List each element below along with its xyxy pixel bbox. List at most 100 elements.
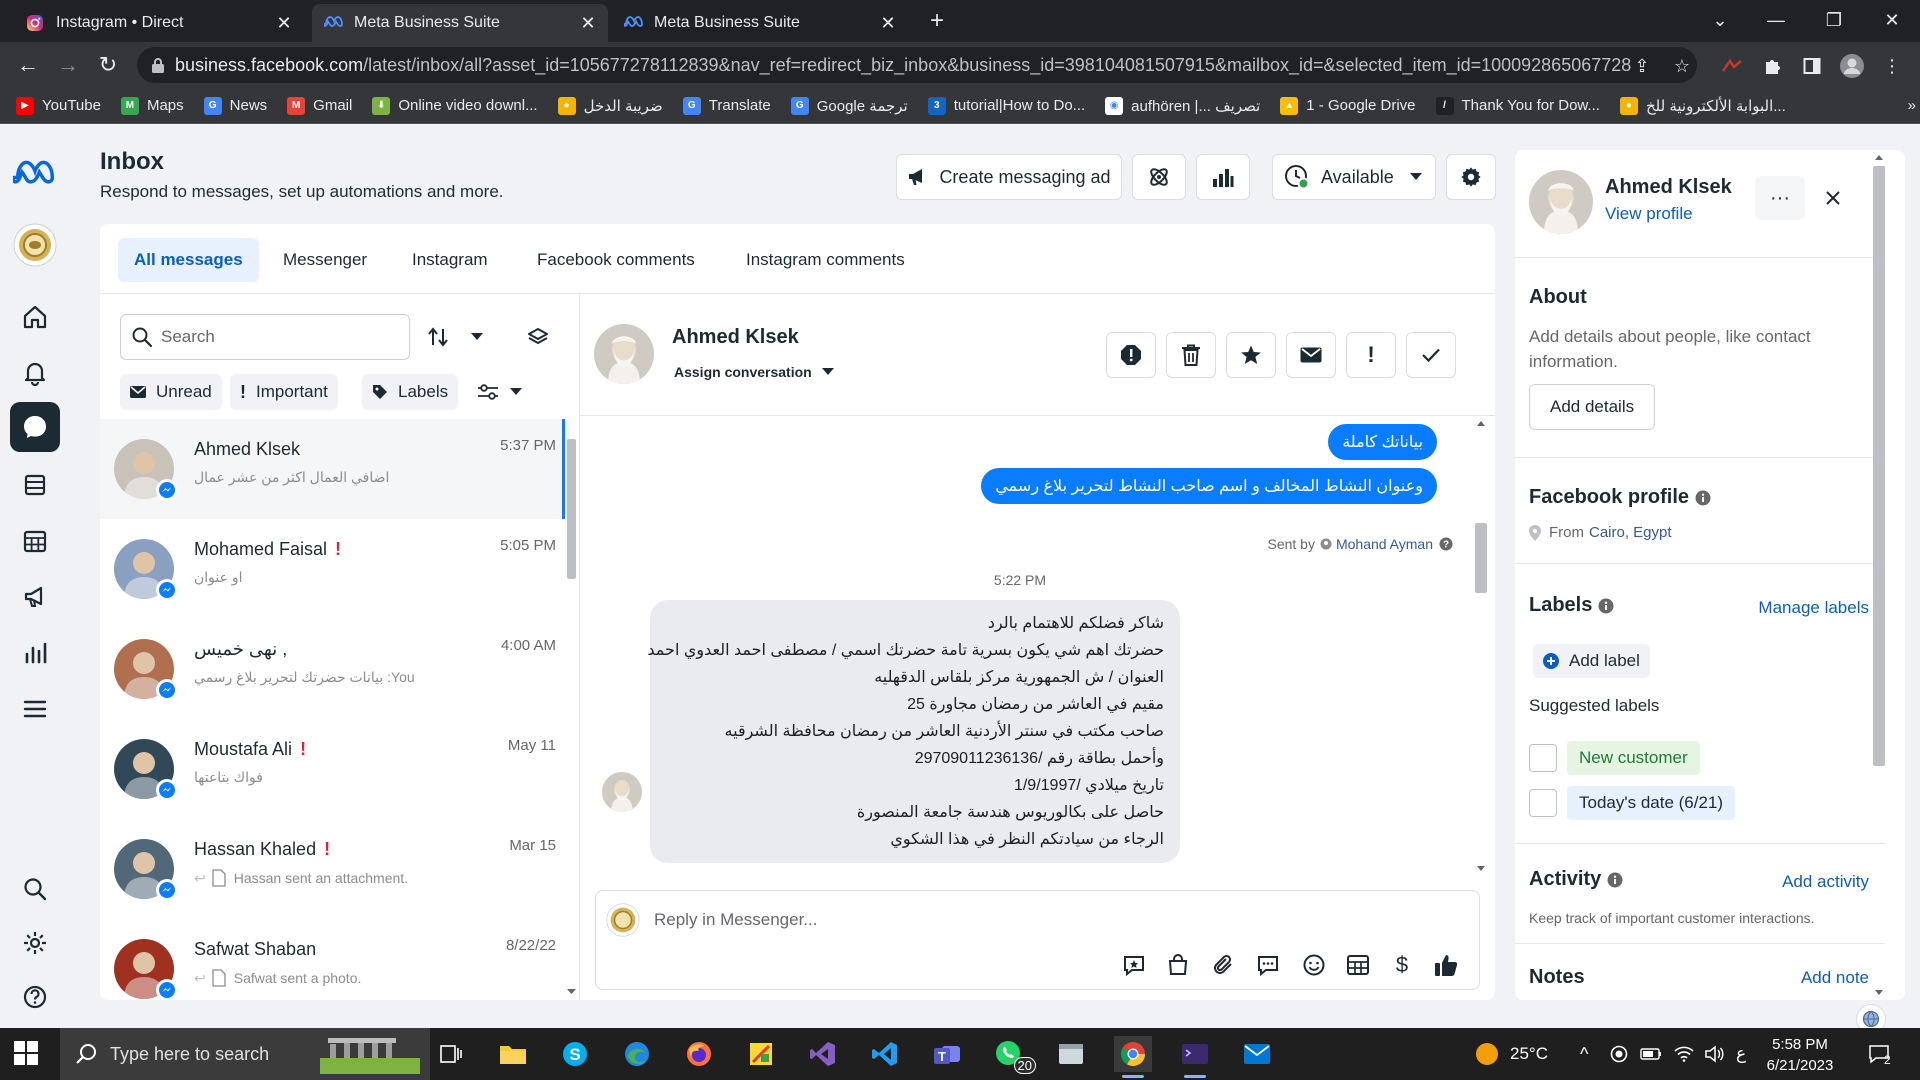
reload-button[interactable]: ↻ (92, 50, 124, 80)
lock-icon[interactable] (151, 57, 165, 73)
teams-icon[interactable]: T (928, 1036, 966, 1072)
meta-logo-icon[interactable] (10, 146, 60, 196)
info-icon[interactable] (1607, 872, 1623, 888)
visual-studio-icon[interactable] (804, 1036, 842, 1072)
planner-icon[interactable] (10, 516, 60, 566)
puzzle-icon[interactable] (1758, 52, 1786, 80)
layers-button[interactable] (520, 314, 556, 360)
conversation-row[interactable]: Mohamed Faisal! 5:05 PM او عنوان (100, 519, 570, 619)
task-view-icon[interactable] (432, 1036, 470, 1072)
battery-icon[interactable] (1640, 1028, 1662, 1080)
tab-meta-business-suite-active[interactable]: Meta Business Suite ✕ (312, 4, 608, 42)
like-thumb-icon[interactable] (1430, 949, 1462, 981)
add-label-button[interactable]: Add label (1533, 644, 1650, 678)
mark-done-button[interactable] (1406, 332, 1456, 378)
input-language[interactable]: ع (1736, 1028, 1746, 1080)
label-checkbox[interactable] (1529, 789, 1557, 817)
more-menu-icon[interactable]: ⋮ (1878, 52, 1906, 80)
restore-button[interactable]: ❐ (1806, 0, 1862, 40)
label-checkbox[interactable] (1529, 744, 1557, 772)
bookmark-star-icon[interactable]: ☆ (1668, 52, 1696, 80)
bookmark-item[interactable]: G Google ترجمة (790, 96, 908, 115)
app-window-icon[interactable] (1052, 1036, 1090, 1072)
bookmark-item[interactable]: M Gmail (287, 96, 352, 115)
bookmark-item[interactable]: M Maps (120, 96, 184, 115)
sort-button[interactable] (418, 314, 458, 360)
insights-icon[interactable] (10, 628, 60, 678)
incoming-message[interactable]: شاكر فضلكم للاهتمام بالرد حضرتك اهم شي يك… (647, 600, 1180, 863)
filter-important[interactable]: ! Important (230, 374, 338, 410)
bookmark-item[interactable]: 3 tutorial|How to Do... (927, 96, 1085, 115)
tab-instagram[interactable]: Instagram (396, 238, 504, 282)
volume-icon[interactable] (1704, 1028, 1724, 1080)
availability-dropdown[interactable]: Available (1272, 154, 1436, 200)
add-details-button[interactable]: Add details (1529, 384, 1656, 430)
bookmark-item[interactable]: ⬇ Online video downl... (372, 96, 538, 115)
tab-search-icon[interactable]: ⌄ (1692, 0, 1748, 40)
conversation-row[interactable]: Ahmed Klsek 5:37 PM اضافي العمال اكثر من ع… (100, 419, 570, 519)
tab-messenger[interactable]: Messenger (267, 238, 383, 282)
inbox-icon[interactable] (10, 402, 60, 452)
conversation-row[interactable]: نهى خميس , 4:00 AM You: بيانات حضرتك لتحري… (100, 619, 570, 719)
close-icon[interactable]: ✕ (880, 14, 896, 32)
agent-name[interactable]: Mohand Ayman (1336, 536, 1433, 552)
bookmark-item[interactable]: G Translate (682, 96, 771, 115)
skype-icon[interactable]: S (556, 1036, 594, 1072)
more-options-button[interactable]: ··· (1755, 176, 1805, 220)
notification-center-icon[interactable]: 2 (1868, 1028, 1891, 1080)
report-spam-button[interactable] (1106, 332, 1156, 378)
advanced-filters-button[interactable] (468, 374, 532, 410)
list-scrollbar[interactable] (562, 419, 578, 1000)
add-activity-link[interactable]: Add activity (1782, 872, 1869, 892)
faq-icon[interactable] (1252, 949, 1284, 981)
close-window-button[interactable]: ✕ (1864, 0, 1920, 40)
create-messaging-ad-button[interactable]: Create messaging ad (896, 154, 1122, 200)
system-clock[interactable]: 5:58 PM 6/21/2023 (1750, 1034, 1850, 1076)
show-hidden-icons[interactable]: ^ (1580, 1028, 1588, 1080)
home-icon[interactable] (10, 292, 60, 342)
whatsapp-icon[interactable]: 20 (990, 1036, 1036, 1074)
saved-replies-icon[interactable] (1118, 949, 1150, 981)
close-icon[interactable]: ✕ (580, 14, 596, 32)
bookmark-item[interactable]: ▶ YouTube (16, 96, 101, 115)
all-tools-menu-icon[interactable] (10, 684, 60, 734)
reply-input[interactable] (654, 905, 1354, 935)
inbox-insights-button[interactable] (1196, 154, 1250, 200)
settings-gear-icon[interactable] (10, 918, 60, 968)
label-chip-new-customer[interactable]: New customer (1567, 741, 1700, 775)
conversation-row[interactable]: Moustafa Ali! May 11 فواك بتاعتها (100, 719, 570, 819)
tab-meta-business-suite[interactable]: Meta Business Suite ✕ (612, 4, 908, 42)
wifi-icon[interactable] (1674, 1028, 1694, 1080)
avatar[interactable] (1529, 170, 1593, 234)
bookmark-item[interactable]: ◉ aufhören |... تصريف (1105, 96, 1260, 115)
windows-start-icon[interactable] (14, 1041, 38, 1065)
content-icon[interactable] (10, 460, 60, 510)
inbox-settings-button[interactable] (1446, 154, 1496, 200)
url-bar[interactable]: business.facebook.com/latest/inbox/all?a… (137, 47, 1697, 83)
bookmark-item[interactable]: ▲ 1 - Google Drive (1280, 96, 1416, 115)
forward-button[interactable]: → (52, 50, 84, 80)
search-icon[interactable] (10, 864, 60, 914)
delete-button[interactable] (1166, 332, 1216, 378)
bookmark-item[interactable]: ● ضريبة الدخل (557, 96, 663, 115)
chrome-icon[interactable] (1114, 1036, 1152, 1078)
share-icon[interactable]: ⇪ (1628, 52, 1656, 80)
ads-megaphone-icon[interactable] (10, 572, 60, 622)
extension-icon[interactable] (1718, 52, 1746, 80)
panel-scrollbar[interactable] (1871, 150, 1887, 1000)
bookmark-item[interactable]: / Thank You for Dow... (1435, 96, 1600, 115)
sort-dropdown[interactable] (462, 314, 492, 360)
close-panel-button[interactable] (1815, 180, 1851, 216)
vscode-icon[interactable] (866, 1036, 904, 1072)
automations-button[interactable] (1132, 154, 1186, 200)
tab-facebook-comments[interactable]: Facebook comments (521, 238, 711, 282)
tab-instagram-comments[interactable]: Instagram comments (730, 238, 921, 282)
table-icon[interactable] (1342, 949, 1374, 981)
filter-labels[interactable]: Labels (362, 374, 459, 410)
minimize-button[interactable]: — (1748, 0, 1804, 40)
chat-scrollbar[interactable] (1473, 416, 1489, 876)
from-value[interactable]: Cairo, Egypt (1589, 524, 1672, 541)
chat-contact-name[interactable]: Ahmed Klsek (672, 326, 799, 349)
back-button[interactable]: ← (12, 50, 44, 80)
bookmarks-overflow-icon[interactable]: » (1908, 97, 1916, 114)
